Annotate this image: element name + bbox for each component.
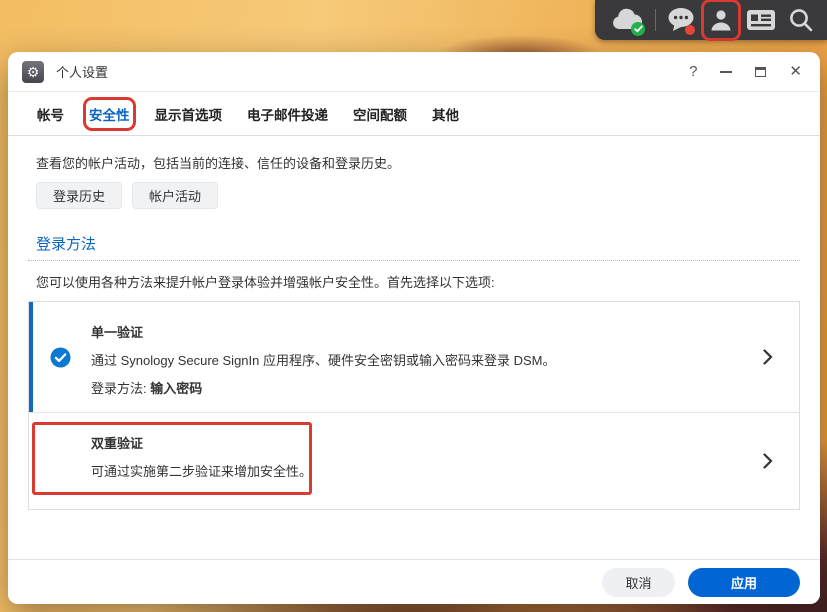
option-description: 可通过实施第二步验证来增加安全性。 — [91, 458, 737, 486]
dialog-title: 个人设置 — [56, 62, 108, 81]
screen: ⚙ 个人设置 ? ✕ 帐号 安全性 显示首选项 电子邮件投递 空间配额 其他 查… — [0, 0, 827, 612]
option-title: 单一验证 — [91, 319, 737, 347]
tab-quota[interactable]: 空间配额 — [352, 102, 408, 126]
tab-account[interactable]: 帐号 — [36, 102, 65, 126]
sync-ok-badge — [631, 22, 645, 36]
user-account-icon[interactable] — [707, 5, 735, 35]
option-two-factor-verification[interactable]: 双重验证 可通过实施第二步验证来增加安全性。 — [29, 413, 799, 509]
maximize-button[interactable] — [755, 67, 766, 77]
detail-value: 输入密码 — [150, 381, 202, 396]
apply-button[interactable]: 应用 — [688, 568, 800, 597]
option-body: 双重验证 可通过实施第二步验证来增加安全性。 — [91, 413, 737, 509]
widgets-glyph — [746, 8, 776, 32]
option-body: 单一验证 通过 Synology Secure SignIn 应用程序、硬件安全… — [91, 302, 737, 412]
tab-email-delivery[interactable]: 电子邮件投递 — [246, 102, 329, 126]
option-detail: 登录方法: 输入密码 — [91, 375, 737, 403]
account-activity-button[interactable]: 帐户活动 — [132, 182, 218, 209]
option-description: 通过 Synology Secure SignIn 应用程序、硬件安全密钥或输入… — [91, 347, 737, 375]
chat-icon[interactable] — [667, 5, 696, 35]
cancel-button[interactable]: 取消 — [602, 568, 675, 597]
person-glyph — [708, 7, 734, 33]
login-method-description: 您可以使用各种方法来提升帐户登录体验并增强帐户安全性。首先选择以下选项: — [36, 274, 800, 292]
security-tab-content: 查看您的帐户活动，包括当前的连接、信任的设备和登录历史。 登录历史 帐户活动 登… — [8, 136, 820, 510]
window-controls: ? ✕ — [689, 64, 802, 79]
login-method-heading: 登录方法 — [36, 235, 800, 255]
widgets-icon[interactable] — [746, 5, 776, 35]
settings-gear-icon: ⚙ — [22, 61, 44, 83]
personal-settings-dialog: ⚙ 个人设置 ? ✕ 帐号 安全性 显示首选项 电子邮件投递 空间配额 其他 查… — [8, 52, 820, 604]
detail-label: 登录方法: — [91, 381, 150, 396]
chevron-right-icon — [737, 302, 799, 412]
dialog-titlebar: ⚙ 个人设置 ? ✕ — [8, 52, 820, 92]
tab-others[interactable]: 其他 — [431, 102, 460, 126]
account-activity-description: 查看您的帐户活动，包括当前的连接、信任的设备和登录历史。 — [36, 155, 800, 173]
tab-bar: 帐号 安全性 显示首选项 电子邮件投递 空间配额 其他 — [8, 92, 820, 136]
chevron-right-icon — [737, 413, 799, 509]
section-divider — [28, 260, 800, 261]
cloud-sync-icon[interactable] — [611, 5, 644, 35]
search-icon[interactable] — [787, 5, 815, 35]
login-method-options: 单一验证 通过 Synology Secure SignIn 应用程序、硬件安全… — [28, 301, 800, 510]
tab-display-preferences[interactable]: 显示首选项 — [154, 102, 224, 126]
selected-indicator-bar — [29, 302, 33, 412]
help-button[interactable]: ? — [689, 64, 697, 79]
tab-security[interactable]: 安全性 — [88, 102, 131, 126]
minimize-button[interactable] — [720, 71, 732, 73]
option-title: 双重验证 — [91, 430, 737, 458]
login-history-button[interactable]: 登录历史 — [36, 182, 122, 209]
chat-notification-dot — [685, 25, 695, 35]
option-single-verification[interactable]: 单一验证 通过 Synology Secure SignIn 应用程序、硬件安全… — [29, 302, 799, 413]
tray-divider — [655, 9, 656, 31]
dialog-footer: 取消 应用 — [8, 559, 820, 604]
selected-check-icon — [29, 302, 91, 412]
close-button[interactable]: ✕ — [789, 64, 802, 79]
system-tray — [595, 0, 827, 40]
option-icon-spacer — [29, 413, 91, 509]
magnifier-glyph — [788, 7, 814, 33]
activity-buttons: 登录历史 帐户活动 — [36, 182, 800, 209]
